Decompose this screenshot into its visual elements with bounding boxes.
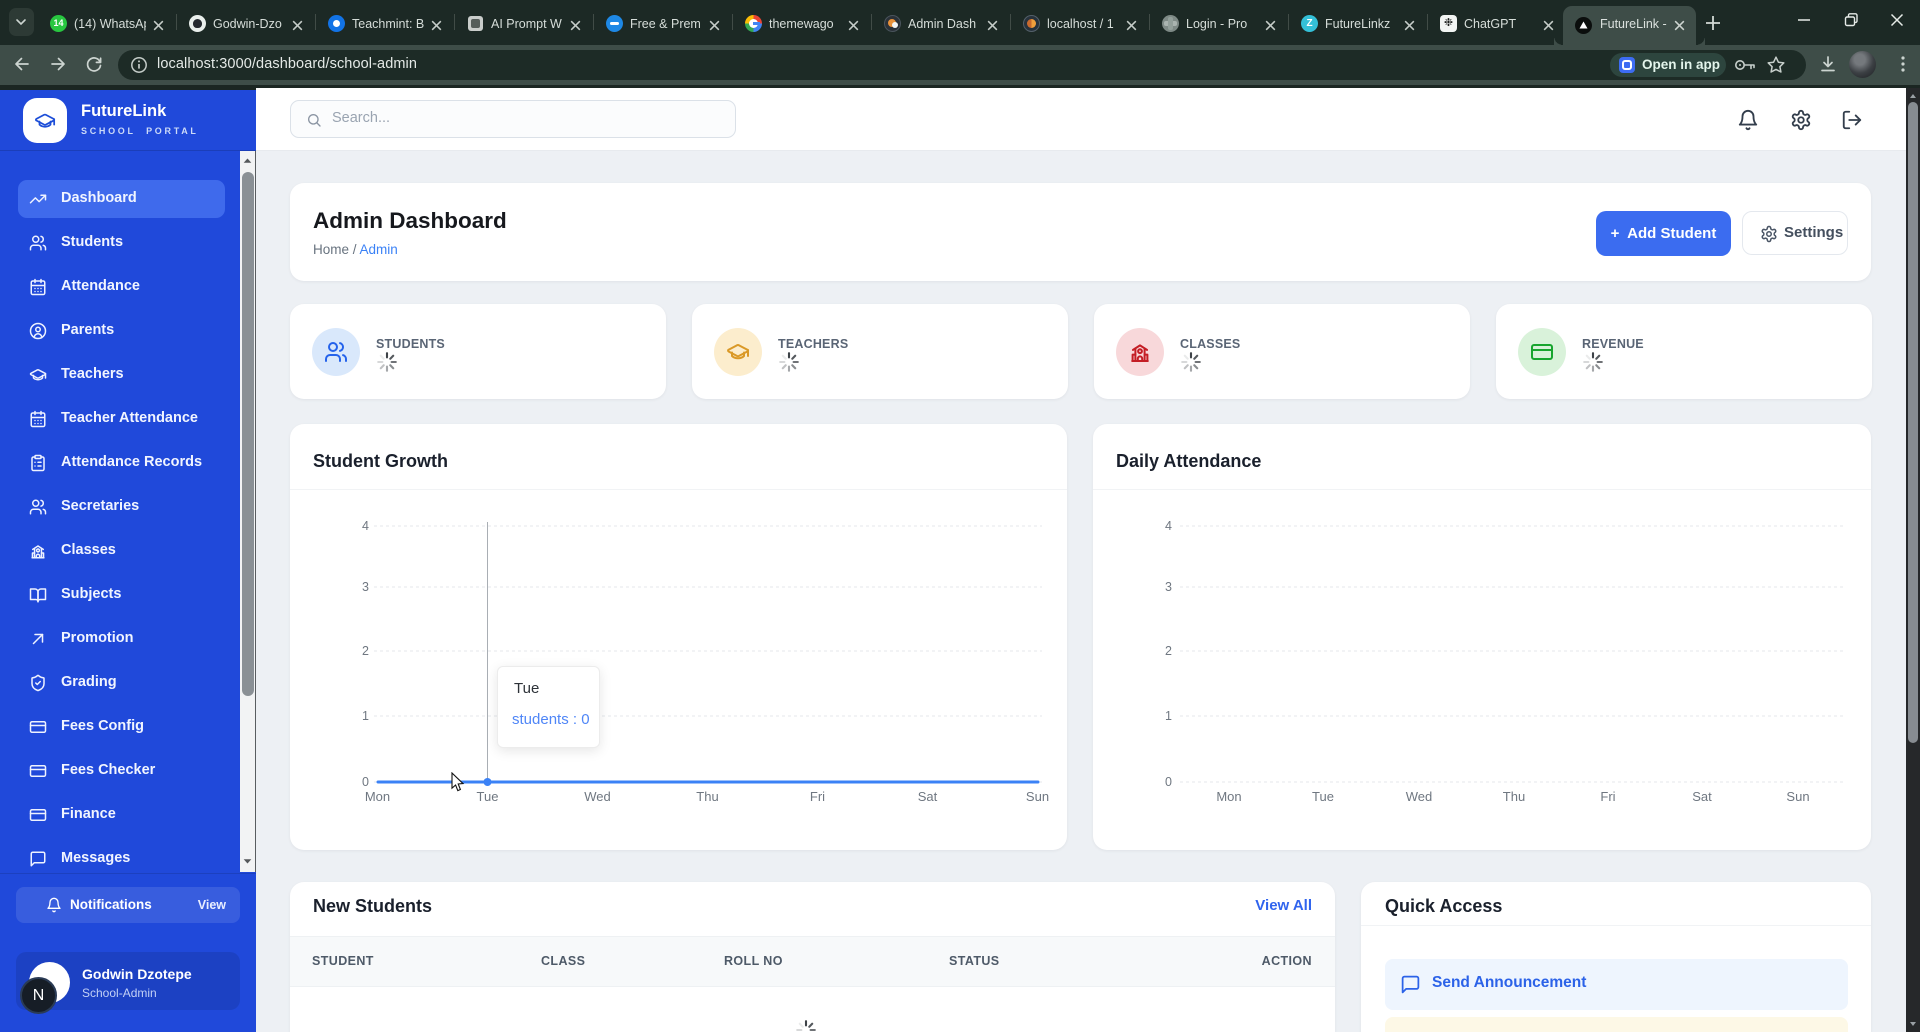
svg-text:Wed: Wed	[1406, 789, 1433, 804]
svg-text:1: 1	[1165, 709, 1172, 723]
svg-text:2: 2	[362, 644, 369, 658]
svg-text:4: 4	[1165, 519, 1172, 533]
svg-text:3: 3	[362, 580, 369, 594]
svg-text:Thu: Thu	[1503, 789, 1525, 804]
svg-text:0: 0	[1165, 775, 1172, 789]
svg-text:3: 3	[1165, 580, 1172, 594]
svg-text:Sun: Sun	[1026, 789, 1049, 804]
svg-text:2: 2	[1165, 644, 1172, 658]
svg-text:Wed: Wed	[584, 789, 611, 804]
svg-text:Sun: Sun	[1786, 789, 1809, 804]
svg-text:Sat: Sat	[918, 789, 938, 804]
svg-text:Tue: Tue	[477, 789, 499, 804]
svg-text:1: 1	[362, 709, 369, 723]
svg-text:0: 0	[362, 775, 369, 789]
svg-text:Fri: Fri	[810, 789, 825, 804]
svg-text:Mon: Mon	[1216, 789, 1241, 804]
svg-text:4: 4	[362, 519, 369, 533]
svg-text:Mon: Mon	[365, 789, 390, 804]
svg-text:Tue: Tue	[1312, 789, 1334, 804]
svg-text:Sat: Sat	[1692, 789, 1712, 804]
svg-text:Thu: Thu	[696, 789, 718, 804]
svg-text:Fri: Fri	[1600, 789, 1615, 804]
